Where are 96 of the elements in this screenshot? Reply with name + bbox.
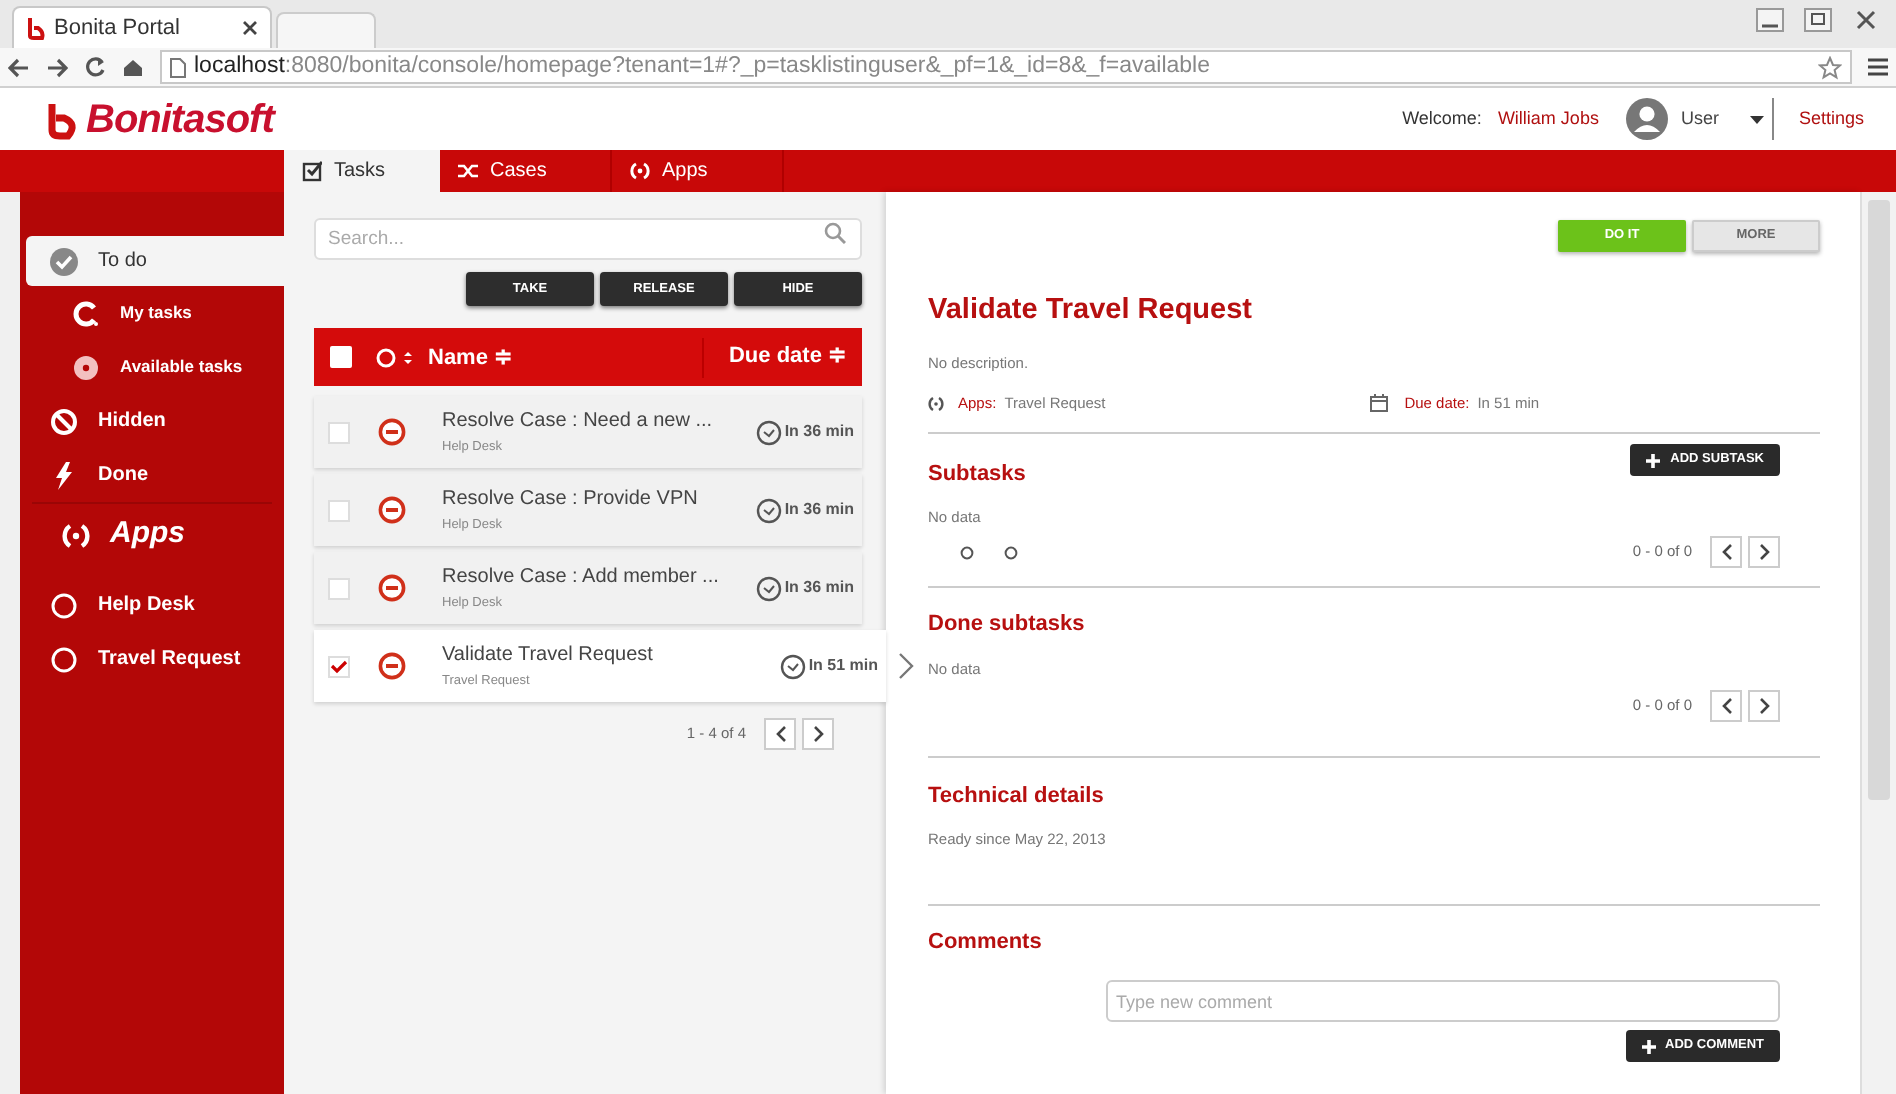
clock-icon [780,653,807,679]
checkbox-icon [302,160,322,182]
check-circle-icon [50,247,78,275]
column-header[interactable]: Name ≑ [428,337,705,377]
apps-icon [630,160,650,182]
settings-link[interactable]: Settings [1798,105,1864,133]
row-checkbox[interactable] [328,577,350,599]
sidebar-item[interactable]: Help Desk [20,578,284,632]
sidebar-item[interactable]: Travel Request [20,632,284,686]
row-checkbox[interactable] [328,499,350,521]
next-page-button[interactable] [802,718,834,750]
chevron-right-icon [898,652,914,680]
bonita-logo-icon [44,99,80,139]
sidebar-item[interactable]: To do [26,236,284,286]
plus-icon [1641,1039,1656,1054]
chevron-left-icon [775,726,785,742]
clock-icon [756,419,783,445]
star-icon [1818,55,1842,79]
search-field[interactable]: Search... [314,218,862,260]
chevron-right-icon [1759,544,1769,560]
avatar-icon [1626,98,1669,140]
minus-circle-icon [378,496,406,524]
tab-title: Bonita Portal [54,13,182,44]
section-title: Comments [928,927,1044,958]
user-menu[interactable]: User [1626,98,1775,140]
due-time: In 36 min [784,420,854,444]
minimize-icon [1756,8,1784,32]
nav-tab[interactable]: Tasks [284,150,440,192]
chevron-left-icon [1721,697,1731,714]
task-name: Resolve Case : Provide VPN [442,486,700,515]
scrollbar-thumb[interactable] [1868,200,1890,800]
restore-icon [1804,8,1832,32]
apps-icon [928,395,944,412]
due-time: In 36 min [784,498,854,522]
chevron-right-icon [813,726,823,742]
logo-text: Bonitasoft [86,95,274,145]
chevron-right-icon [1759,697,1769,714]
calendar-icon [1370,394,1389,413]
forward-icon [46,57,68,77]
chevron-left-icon [1721,544,1731,560]
page-icon [170,57,186,77]
forbidden-icon [50,407,78,435]
task-name: Resolve Case : Need a new ... [442,408,715,437]
section-title: Done subtasks [928,610,1087,640]
previous-page-button[interactable] [1710,689,1742,722]
sidebar-item[interactable]: Apps [32,502,272,566]
comment-field[interactable]: Type new comment [1106,980,1780,1023]
previous-page-button[interactable] [1710,536,1742,568]
lightning-icon [50,461,78,489]
browser-tab[interactable]: Bonita Portal [12,6,272,48]
caret-icon [1750,115,1765,123]
home-icon [122,57,144,77]
task-title: Validate Travel Request [928,292,1254,330]
reload-icon [84,56,106,78]
sidebar-item[interactable]: Done [20,448,284,502]
welcome-label: Welcome: [1402,105,1482,132]
bonita-tab-icon [26,16,46,40]
section-title: Technical details [928,781,1106,812]
section-title: Subtasks [928,460,1026,491]
circle-icon [50,645,78,673]
close-icon [1852,8,1880,32]
minus-circle-icon [378,574,406,602]
dot-icon [1004,545,1018,559]
previous-page-button[interactable] [764,718,796,750]
plus-icon [1646,453,1661,468]
shuffle-icon [458,160,478,182]
next-page-button[interactable] [1748,689,1780,722]
select-all-checkbox[interactable] [330,346,352,368]
user-name: William Jobs [1497,105,1599,132]
back-icon [8,57,30,77]
search-icon [824,222,846,244]
minus-circle-icon [378,652,406,680]
sidebar-item[interactable]: Hidden [20,394,284,448]
clock-icon [756,497,783,523]
sidebar-item[interactable]: My tasks [20,286,284,340]
address-bar[interactable]: localhost:8080/bonita/console/homepage?tenant=1#?_p=tasklistinguser&_pf=1&_id=8&_f=available [160,50,1852,84]
clock-icon [756,575,783,601]
due-time: In 51 min [808,654,878,678]
next-page-button[interactable] [1748,536,1780,568]
refresh-icon [72,299,100,327]
close-icon [242,20,258,36]
status-sort-icon [376,347,416,367]
task-name: Resolve Case : Add member ... [442,564,721,593]
column-header[interactable]: Due date ≑ [728,340,846,374]
due-time: In 36 min [784,576,854,600]
row-checkbox[interactable] [328,421,350,443]
apps-icon [62,521,90,549]
disc-icon [72,353,100,381]
task-name: Validate Travel Request [442,642,655,671]
row-checkbox[interactable] [328,655,350,677]
menu-icon [1868,58,1888,76]
minus-circle-icon [378,418,406,446]
circle-icon [50,591,78,619]
dot-icon [960,545,974,559]
sidebar-item[interactable]: Available tasks [20,340,284,394]
url-text: localhost:8080/bonita/console/homepage?tenant=1#?_p=tasklistinguser&_pf=1&_id=8&_f=available [194,51,1212,82]
